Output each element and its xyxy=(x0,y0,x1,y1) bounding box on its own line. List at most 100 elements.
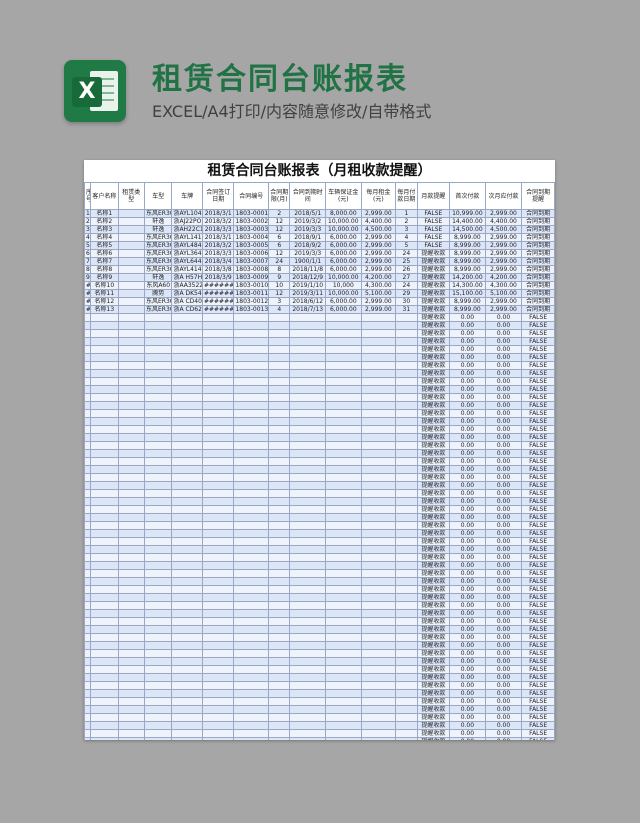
table-cell[interactable]: 8,999.00 xyxy=(449,305,486,314)
table-cell[interactable] xyxy=(201,529,235,538)
table-cell[interactable]: 0.00 xyxy=(449,513,486,522)
table-cell[interactable]: 12 xyxy=(268,225,291,234)
table-cell[interactable] xyxy=(268,489,291,498)
table-cell[interactable] xyxy=(143,449,173,458)
table-cell[interactable] xyxy=(143,457,173,466)
table-cell[interactable] xyxy=(117,465,145,474)
table-cell[interactable] xyxy=(90,673,119,682)
table-cell[interactable]: FALSE xyxy=(521,593,555,602)
table-cell[interactable] xyxy=(171,369,203,378)
table-cell[interactable] xyxy=(117,609,145,618)
table-cell[interactable]: 浙AYL484 xyxy=(171,241,203,250)
table-cell[interactable]: 东风ER30 xyxy=(143,265,173,274)
table-cell[interactable] xyxy=(143,369,173,378)
table-cell[interactable]: 0.00 xyxy=(449,329,486,338)
table-cell[interactable]: 合同到期 xyxy=(521,265,555,274)
table-cell[interactable] xyxy=(143,385,173,394)
table-cell[interactable] xyxy=(90,521,119,530)
table-cell[interactable] xyxy=(360,425,397,434)
table-cell[interactable]: 提醒收款 xyxy=(416,657,451,666)
table-cell[interactable] xyxy=(395,521,418,530)
table-cell[interactable]: FALSE xyxy=(521,681,555,690)
table-cell[interactable]: 提醒收款 xyxy=(416,265,451,274)
table-cell[interactable]: 提醒收款 xyxy=(416,633,451,642)
table-cell[interactable] xyxy=(325,329,362,338)
table-cell[interactable]: 8,999.00 xyxy=(449,233,486,242)
table-cell[interactable]: 提醒收款 xyxy=(416,721,451,730)
table-cell[interactable] xyxy=(268,321,291,330)
table-cell[interactable]: FALSE xyxy=(521,481,555,490)
table-cell[interactable]: 提醒收款 xyxy=(416,345,451,354)
table-cell[interactable] xyxy=(325,601,362,610)
table-cell[interactable]: FALSE xyxy=(521,553,555,562)
table-cell[interactable] xyxy=(395,713,418,722)
table-cell[interactable] xyxy=(289,345,327,354)
table-cell[interactable] xyxy=(201,489,235,498)
table-cell[interactable] xyxy=(90,697,119,706)
table-cell[interactable]: 2018/7/13 xyxy=(289,305,327,314)
table-cell[interactable] xyxy=(325,353,362,362)
table-cell[interactable]: 浙AA3522 xyxy=(171,281,203,290)
table-cell[interactable]: FALSE xyxy=(521,729,555,738)
table-cell[interactable]: 0.00 xyxy=(484,665,523,674)
table-cell[interactable] xyxy=(201,457,235,466)
table-cell[interactable]: 0.00 xyxy=(484,497,523,506)
table-cell[interactable] xyxy=(201,609,235,618)
table-cell[interactable]: 提醒收款 xyxy=(416,425,451,434)
table-cell[interactable] xyxy=(395,409,418,418)
table-cell[interactable] xyxy=(268,313,291,322)
table-cell[interactable] xyxy=(360,337,397,346)
table-cell[interactable]: 提醒收款 xyxy=(416,617,451,626)
table-cell[interactable]: FALSE xyxy=(521,721,555,730)
table-cell[interactable] xyxy=(289,577,327,586)
table-cell[interactable] xyxy=(90,441,119,450)
table-cell[interactable]: 0.00 xyxy=(484,689,523,698)
table-cell[interactable]: 14,200.00 xyxy=(449,273,486,282)
table-cell[interactable]: 提醒收款 xyxy=(416,665,451,674)
table-cell[interactable] xyxy=(201,649,235,658)
table-cell[interactable]: FALSE xyxy=(521,377,555,386)
table-cell[interactable] xyxy=(289,553,327,562)
table-cell[interactable] xyxy=(233,393,270,402)
table-cell[interactable] xyxy=(201,385,235,394)
table-cell[interactable] xyxy=(325,441,362,450)
table-cell[interactable]: 提醒收款 xyxy=(416,553,451,562)
table-cell[interactable]: FALSE xyxy=(521,505,555,514)
table-cell[interactable] xyxy=(360,609,397,618)
table-cell[interactable] xyxy=(171,513,203,522)
table-cell[interactable]: 0.00 xyxy=(484,737,523,740)
table-cell[interactable]: 5 xyxy=(84,241,92,250)
table-cell[interactable] xyxy=(325,649,362,658)
table-cell[interactable] xyxy=(395,441,418,450)
table-cell[interactable]: 0.00 xyxy=(484,409,523,418)
table-cell[interactable]: FALSE xyxy=(521,449,555,458)
table-cell[interactable]: FALSE xyxy=(521,737,555,740)
table-cell[interactable]: 2,999.00 xyxy=(360,297,397,306)
table-cell[interactable] xyxy=(395,393,418,402)
table-cell[interactable]: 0.00 xyxy=(449,561,486,570)
table-cell[interactable] xyxy=(117,241,145,250)
table-cell[interactable]: 5 xyxy=(395,241,418,250)
table-cell[interactable]: 0.00 xyxy=(484,729,523,738)
table-cell[interactable] xyxy=(268,697,291,706)
table-cell[interactable] xyxy=(289,521,327,530)
table-cell[interactable]: 29 xyxy=(395,289,418,298)
table-cell[interactable]: 提醒收款 xyxy=(416,673,451,682)
table-cell[interactable] xyxy=(201,601,235,610)
table-cell[interactable]: 提醒收款 xyxy=(416,353,451,362)
table-cell[interactable] xyxy=(289,721,327,730)
table-cell[interactable] xyxy=(360,633,397,642)
table-cell[interactable] xyxy=(268,329,291,338)
table-cell[interactable] xyxy=(143,649,173,658)
table-cell[interactable]: 2019/3/3 xyxy=(289,249,327,258)
table-cell[interactable]: 0.00 xyxy=(449,713,486,722)
table-cell[interactable]: 2,999.00 xyxy=(360,265,397,274)
table-cell[interactable] xyxy=(233,561,270,570)
table-cell[interactable] xyxy=(325,457,362,466)
table-cell[interactable]: 0.00 xyxy=(449,681,486,690)
table-cell[interactable] xyxy=(143,553,173,562)
table-cell[interactable] xyxy=(143,585,173,594)
table-cell[interactable]: 2018/3/9 xyxy=(201,273,235,282)
table-cell[interactable]: 提醒收款 xyxy=(416,473,451,482)
table-cell[interactable]: 2,999.00 xyxy=(484,265,523,274)
